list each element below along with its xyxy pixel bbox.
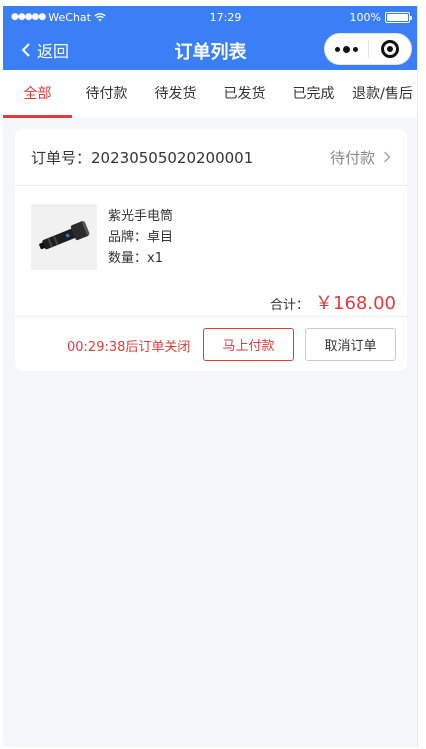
wifi-icon: [94, 12, 106, 21]
product-quantity: 数量：x1: [108, 251, 163, 266]
close-target-icon: [380, 40, 399, 58]
order-card[interactable]: 订单号：20230505020200001 待付款 紫光手电筒 品牌：卓目 数量…: [15, 129, 407, 371]
empty-list-area: [3, 371, 417, 747]
order-header[interactable]: 订单号：20230505020200001 待付款: [15, 129, 407, 186]
chevron-right-icon: [383, 151, 391, 163]
status-time: 17:29: [209, 10, 242, 24]
order-number: 订单号：20230505020200001: [31, 147, 330, 168]
status-bar: ●●●●● WeChat 17:29 100%: [3, 6, 417, 28]
tab-refund-aftersale[interactable]: 退款/售后: [348, 70, 417, 118]
close-countdown: 00:29:38后订单关闭: [67, 340, 191, 355]
product-item[interactable]: 紫光手电筒 品牌：卓目 数量：x1: [31, 204, 173, 270]
total-label: 合计：: [270, 298, 310, 313]
product-info: 紫光手电筒 品牌：卓目 数量：x1: [108, 204, 173, 270]
tab-completed[interactable]: 已完成: [279, 70, 348, 118]
flashlight-icon: [39, 221, 90, 250]
miniprogram-capsule: [324, 33, 412, 65]
tab-all[interactable]: 全部: [3, 70, 72, 118]
tab-pending-shipment[interactable]: 待发货: [141, 70, 210, 118]
battery-percent: 100%: [349, 10, 381, 24]
order-total: 合计： ￥168.00: [270, 289, 396, 315]
tab-shipped[interactable]: 已发货: [210, 70, 279, 118]
product-brand: 品牌：卓目: [108, 230, 174, 245]
order-number-value: 20230505020200001: [91, 148, 254, 167]
product-name: 紫光手电筒: [108, 209, 174, 224]
pay-now-button[interactable]: 马上付款: [203, 328, 294, 361]
nav-bar: 返回 订单列表: [3, 28, 417, 70]
more-dots-icon: [334, 46, 340, 52]
order-number-label: 订单号：: [31, 148, 92, 167]
battery-icon: [385, 11, 412, 23]
carrier-label: WeChat: [48, 10, 91, 24]
phone-screen: ●●●●● WeChat 17:29 100% 返回 订单列表 全部 待付款 待…: [3, 6, 418, 747]
signal-icon: ●●●●●: [11, 12, 46, 22]
close-miniprogram-button[interactable]: [369, 40, 412, 58]
order-tabs: 全部 待付款 待发货 已发货 已完成 退款/售后: [3, 70, 417, 118]
tab-pending-payment[interactable]: 待付款: [72, 70, 141, 118]
order-status: 待付款: [329, 148, 375, 167]
product-image: [31, 204, 97, 270]
total-price: ￥168.00: [315, 293, 396, 314]
cancel-order-button[interactable]: 取消订单: [305, 328, 396, 361]
order-actions: 00:29:38后订单关闭 马上付款 取消订单: [15, 316, 407, 371]
more-button[interactable]: [325, 45, 368, 53]
